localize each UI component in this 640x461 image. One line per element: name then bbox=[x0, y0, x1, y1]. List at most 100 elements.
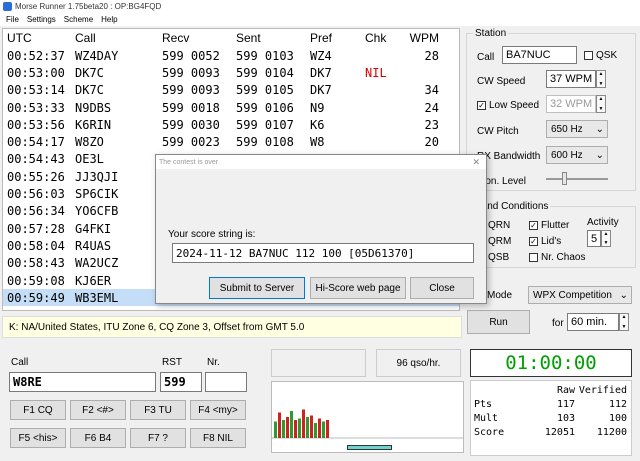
contest-mode-select[interactable]: WPX Competition ⌄ bbox=[528, 286, 632, 304]
log-cell-wpm: 34 bbox=[424, 83, 439, 98]
log-row[interactable]: 00:52:37 WZ4DAY 599 0052 599 0103 WZ4 28 bbox=[3, 47, 459, 64]
log-cell-call: DK7C bbox=[75, 83, 104, 98]
col-pref: Pref bbox=[310, 31, 333, 45]
contest-clock: 01:00:00 bbox=[470, 349, 632, 377]
low-speed-spinner[interactable]: ▲ ▼ bbox=[596, 95, 606, 113]
score-table: Raw Verified Pts 117 112 Mult 103 100 Sc… bbox=[470, 380, 632, 456]
f5-his-button[interactable]: F5 <his> bbox=[10, 428, 66, 448]
cw-pitch-select[interactable]: 650 Hz ⌄ bbox=[546, 120, 608, 138]
score-header-raw: Raw bbox=[556, 384, 575, 396]
contest-over-dialog: The contest is over ✕ Your score string … bbox=[155, 154, 487, 304]
low-speed-input[interactable]: 32 WPM bbox=[546, 95, 596, 113]
qrn-label: QRN bbox=[488, 220, 511, 231]
score-verified: 100 bbox=[608, 412, 627, 424]
low-speed-label: Low Speed bbox=[489, 100, 540, 111]
f7-query-button[interactable]: F7 ? bbox=[130, 428, 186, 448]
score-row-mult: Mult 103 100 bbox=[471, 411, 631, 425]
flutter-checkbox[interactable]: ✓ Flutter bbox=[529, 220, 569, 231]
rate-bar bbox=[286, 417, 289, 438]
f4-my-button[interactable]: F4 <my> bbox=[190, 400, 246, 420]
close-icon[interactable]: ✕ bbox=[472, 157, 480, 168]
rate-graph bbox=[271, 381, 464, 453]
info-panel bbox=[271, 349, 366, 377]
hi-score-web-page-button[interactable]: Hi-Score web page bbox=[310, 277, 406, 299]
log-cell-wpm: 23 bbox=[424, 117, 439, 132]
f1-cq-button[interactable]: F1 CQ bbox=[10, 400, 66, 420]
qsk-checkbox[interactable]: QSK bbox=[584, 50, 617, 61]
activity-label: Activity bbox=[587, 217, 619, 228]
score-raw: 12051 bbox=[544, 426, 575, 438]
menu-settings[interactable]: Settings bbox=[27, 15, 56, 24]
log-row[interactable]: 00:53:56 K6RIN 599 0030 599 0107 K6 23 bbox=[3, 116, 459, 133]
status-line: K: NA/United States, ITU Zone 6, CQ Zone… bbox=[2, 316, 462, 338]
menu-bar: File Settings Scheme Help bbox=[0, 13, 640, 26]
log-cell-utc: 00:58:04 bbox=[7, 238, 65, 253]
for-label: for bbox=[552, 318, 564, 329]
duration-input[interactable]: 60 min. bbox=[567, 313, 619, 331]
log-cell-call: JJ3QJI bbox=[75, 169, 119, 184]
log-cell-utc: 00:58:43 bbox=[7, 256, 65, 271]
score-label: Pts bbox=[474, 398, 493, 410]
log-cell-call: WB3EML bbox=[75, 290, 119, 305]
menu-help[interactable]: Help bbox=[101, 15, 117, 24]
station-group-label: Station bbox=[473, 28, 509, 39]
up-arrow-icon: ▲ bbox=[621, 314, 627, 320]
log-cell-sent: 599 0104 bbox=[236, 65, 294, 80]
rx-bandwidth-select[interactable]: 600 Hz ⌄ bbox=[546, 146, 608, 164]
cw-speed-input[interactable]: 37 WPM bbox=[546, 70, 596, 88]
rate-bar bbox=[302, 409, 305, 438]
log-row[interactable]: 00:53:14 DK7C 599 0093 599 0105 DK7 34 bbox=[3, 82, 459, 99]
score-verified: 11200 bbox=[596, 426, 627, 438]
low-speed-checkbox[interactable]: ✓ Low Speed bbox=[477, 100, 539, 111]
log-row[interactable]: 00:53:33 N9DBS 599 0018 599 0106 N9 24 bbox=[3, 99, 459, 116]
contest-mode-value: WPX Competition bbox=[533, 289, 612, 301]
qsb-label: QSB bbox=[488, 252, 510, 263]
app-icon bbox=[3, 2, 12, 11]
rate-bar bbox=[298, 418, 301, 438]
f2-nr-button[interactable]: F2 <#> bbox=[70, 400, 126, 420]
activity-input[interactable]: 5 bbox=[587, 230, 601, 247]
nr-chaos-checkbox[interactable]: Nr. Chaos bbox=[529, 252, 585, 263]
chevron-down-icon: ⌄ bbox=[595, 149, 604, 161]
f3-tu-button[interactable]: F3 TU bbox=[130, 400, 186, 420]
run-button[interactable]: Run bbox=[467, 310, 530, 334]
col-recv: Recv bbox=[162, 31, 190, 45]
log-cell-pref: W8 bbox=[310, 135, 325, 150]
close-button[interactable]: Close bbox=[410, 277, 474, 299]
mon-level-slider[interactable] bbox=[562, 172, 567, 185]
log-cell-utc: 00:53:14 bbox=[7, 83, 65, 98]
rate-bar bbox=[294, 420, 297, 438]
f8-nil-button[interactable]: F8 NIL bbox=[190, 428, 246, 448]
log-cell-pref: DK7 bbox=[310, 65, 332, 80]
entry-nr-input[interactable] bbox=[205, 372, 247, 392]
submit-to-server-button[interactable]: Submit to Server bbox=[209, 277, 305, 299]
cw-speed-label: CW Speed bbox=[477, 76, 526, 87]
rate-bar bbox=[306, 417, 309, 438]
cw-speed-spinner[interactable]: ▲ ▼ bbox=[596, 70, 606, 88]
entry-call-label: Call bbox=[11, 357, 29, 368]
log-row[interactable]: 00:54:17 W8ZO 599 0023 599 0108 W8 20 bbox=[3, 133, 459, 150]
log-row[interactable]: 00:53:00 DK7C 599 0093 599 0104 DK7 NIL bbox=[3, 64, 459, 81]
log-cell-recv: 599 0052 bbox=[162, 48, 220, 63]
log-cell-sent: 599 0107 bbox=[236, 117, 294, 132]
duration-spinner[interactable]: ▲ ▼ bbox=[619, 313, 629, 331]
col-chk: Chk bbox=[365, 31, 387, 45]
f6-b4-button[interactable]: F6 B4 bbox=[70, 428, 126, 448]
log-cell-utc: 00:55:26 bbox=[7, 169, 65, 184]
menu-file[interactable]: File bbox=[6, 15, 19, 24]
station-call-input[interactable]: BA7NUC bbox=[502, 46, 577, 64]
entry-rst-input[interactable]: 599 bbox=[160, 372, 202, 392]
entry-rst-label: RST bbox=[162, 357, 182, 368]
rate-bar bbox=[282, 420, 285, 438]
log-cell-call: G4FKI bbox=[75, 221, 112, 236]
lids-checkbox[interactable]: ✓ Lid's bbox=[529, 236, 561, 247]
mon-level-track bbox=[546, 178, 608, 180]
menu-scheme[interactable]: Scheme bbox=[64, 15, 93, 24]
log-cell-call: YO6CFB bbox=[75, 204, 119, 219]
score-string-field[interactable]: 2024-11-12 BA7NUC 112 100 [05D61370] bbox=[172, 243, 474, 263]
log-cell-call: W8ZO bbox=[75, 135, 104, 150]
down-arrow-icon: ▼ bbox=[598, 81, 604, 87]
log-cell-pref: K6 bbox=[310, 117, 325, 132]
entry-call-input[interactable]: W8RE bbox=[9, 372, 156, 392]
activity-spinner[interactable]: ▲ ▼ bbox=[601, 230, 611, 247]
